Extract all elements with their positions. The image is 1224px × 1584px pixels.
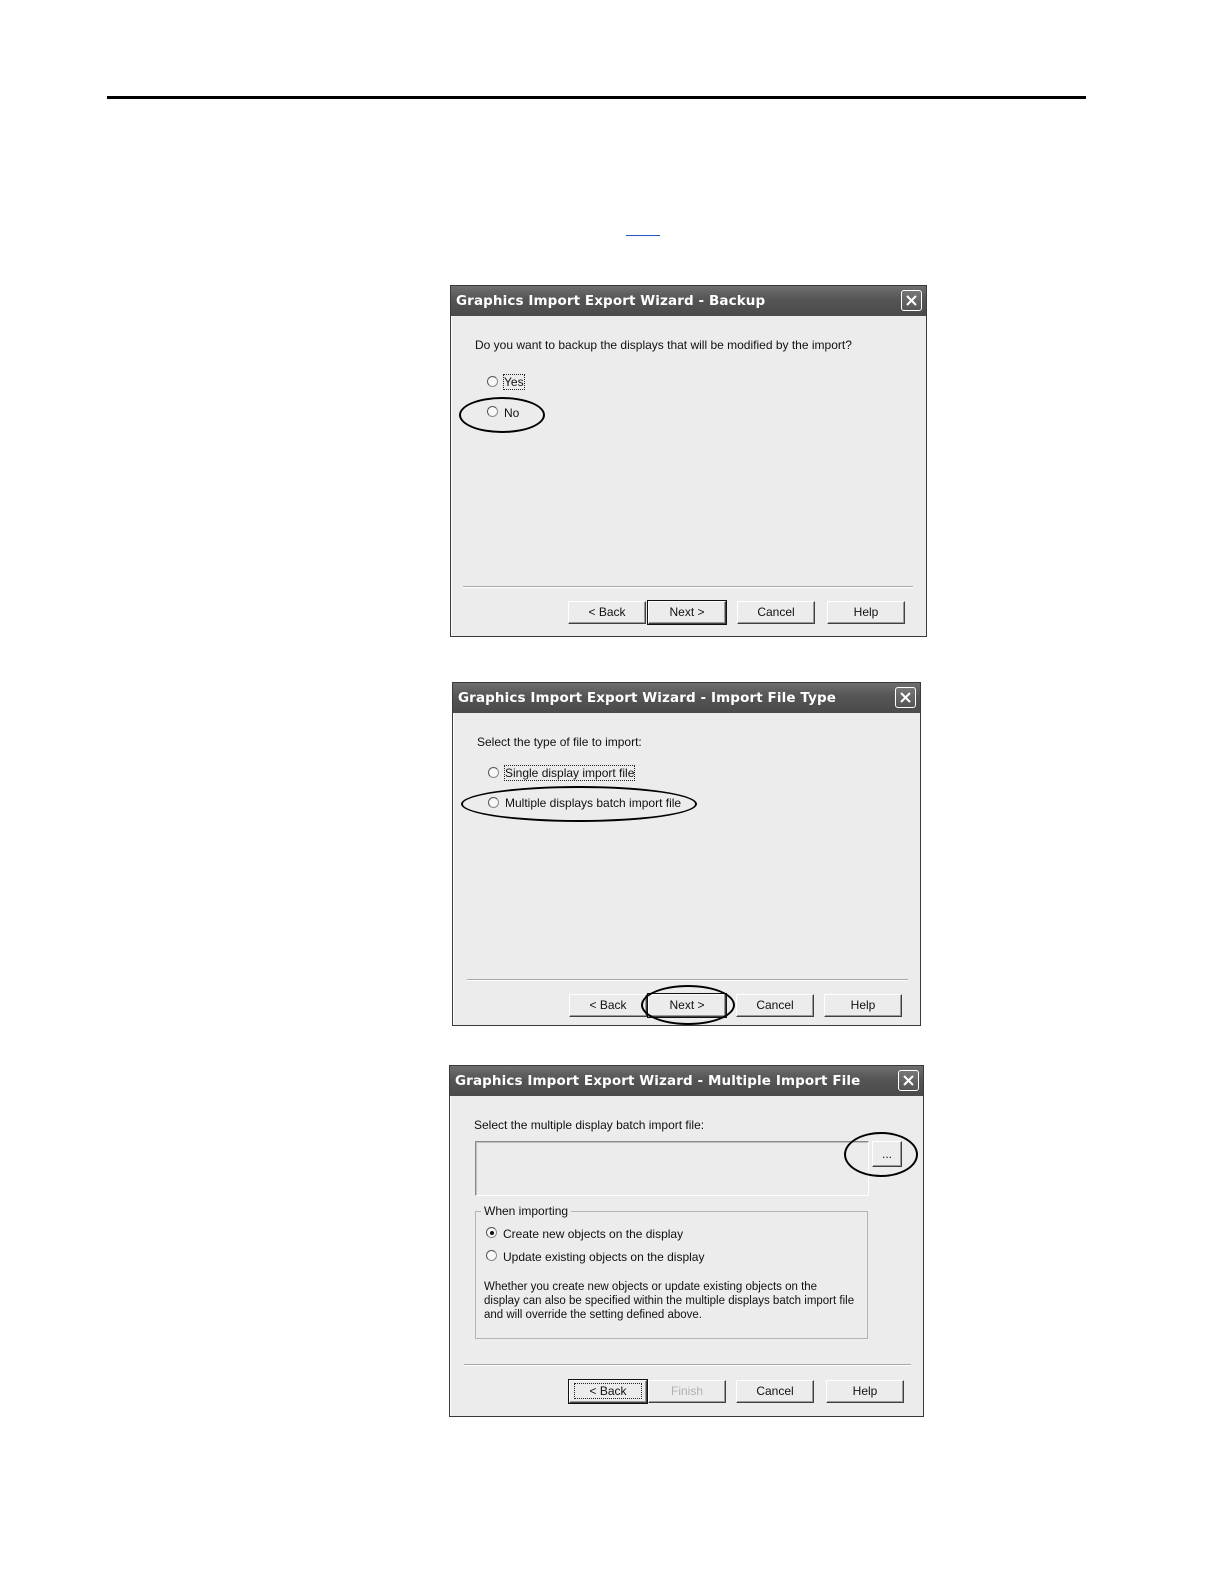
create-new-objects-radio[interactable] <box>486 1227 497 1238</box>
close-icon <box>903 1075 914 1086</box>
backup-prompt: Do you want to backup the displays that … <box>475 338 852 352</box>
close-button[interactable] <box>895 687 916 708</box>
single-display-label[interactable]: Single display import file <box>503 765 636 781</box>
back-button[interactable]: < Back <box>569 994 647 1017</box>
help-button[interactable]: Help <box>827 601 905 624</box>
import-file-path-field[interactable] <box>475 1141 869 1196</box>
close-icon <box>900 692 911 703</box>
file-type-prompt: Select the type of file to import: <box>477 735 642 749</box>
single-display-radio[interactable] <box>488 767 499 778</box>
backup-yes-label[interactable]: Yes <box>503 374 525 390</box>
button-separator <box>467 979 908 981</box>
cross-reference-link[interactable] <box>626 235 660 236</box>
next-button[interactable]: Next > <box>647 600 727 625</box>
cancel-button[interactable]: Cancel <box>736 1380 814 1403</box>
close-icon <box>906 295 917 306</box>
update-existing-objects-label[interactable]: Update existing objects on the display <box>503 1250 704 1264</box>
browse-button[interactable]: ... <box>872 1141 902 1167</box>
multiple-displays-radio[interactable] <box>488 797 499 808</box>
close-button[interactable] <box>901 290 922 311</box>
backup-no-radio[interactable] <box>487 406 498 417</box>
backup-no-label[interactable]: No <box>504 406 519 420</box>
file-type-dialog-title: Graphics Import Export Wizard - Import F… <box>453 683 920 713</box>
page-header-rule <box>107 96 1086 99</box>
highlight-ellipse <box>459 397 545 433</box>
multiple-displays-label[interactable]: Multiple displays batch import file <box>505 796 681 810</box>
import-note: Whether you create new objects or update… <box>484 1281 855 1321</box>
file-type-dialog: Graphics Import Export Wizard - Import F… <box>452 682 921 1026</box>
create-new-objects-label[interactable]: Create new objects on the display <box>503 1227 683 1241</box>
backup-yes-radio[interactable] <box>487 376 498 387</box>
finish-button[interactable]: Finish <box>648 1380 726 1403</box>
update-existing-objects-radio[interactable] <box>486 1250 497 1261</box>
button-separator <box>464 1364 911 1366</box>
close-button[interactable] <box>898 1070 919 1091</box>
help-button[interactable]: Help <box>824 994 902 1017</box>
button-separator <box>463 586 913 588</box>
multiple-import-prompt: Select the multiple display batch import… <box>474 1118 705 1132</box>
multiple-import-dialog-title: Graphics Import Export Wizard - Multiple… <box>450 1066 923 1096</box>
backup-dialog: Graphics Import Export Wizard - Backup D… <box>450 285 927 637</box>
backup-dialog-title: Graphics Import Export Wizard - Backup <box>451 286 926 316</box>
cancel-button[interactable]: Cancel <box>737 601 815 624</box>
back-button[interactable]: < Back <box>568 601 646 624</box>
help-button[interactable]: Help <box>826 1380 904 1403</box>
back-button[interactable]: < Back <box>568 1379 648 1404</box>
multiple-import-dialog: Graphics Import Export Wizard - Multiple… <box>449 1065 924 1417</box>
next-button[interactable]: Next > <box>647 993 727 1018</box>
when-importing-legend: When importing <box>481 1204 572 1218</box>
cancel-button[interactable]: Cancel <box>736 994 814 1017</box>
